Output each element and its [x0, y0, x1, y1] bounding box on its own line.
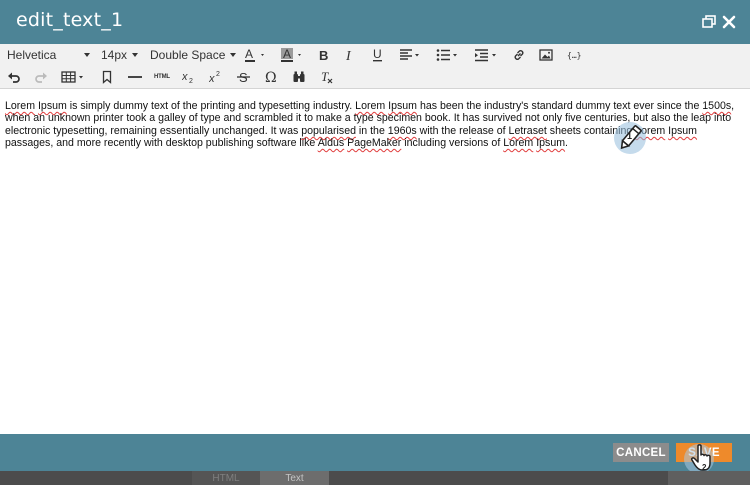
dialog-title: edit_text_1 — [16, 9, 124, 31]
text-run: has been the industry's standard dummy t… — [417, 100, 703, 112]
cancel-button[interactable]: CANCEL — [613, 443, 669, 462]
font-family-dropdown[interactable] — [79, 44, 90, 66]
spellcheck-word: PageMaker — [347, 137, 402, 150]
svg-text:2: 2 — [189, 78, 193, 84]
horizontal-line-icon[interactable] — [127, 66, 143, 88]
background-color-icon[interactable]: A — [281, 44, 305, 66]
svg-text:{…}: {…} — [567, 51, 581, 60]
background-panel — [668, 471, 750, 485]
spellcheck-word: Ipsum — [37, 100, 67, 112]
text-run: is simply dummy text of the printing and… — [66, 100, 356, 112]
svg-text:U: U — [373, 48, 382, 61]
spellcheck-word: Ipsum — [668, 124, 698, 137]
spellcheck-word: Lorem — [355, 100, 386, 112]
redo-icon[interactable] — [34, 66, 48, 88]
step-marker-1: 1 — [614, 122, 646, 154]
tab-text[interactable]: Text — [260, 471, 329, 485]
svg-text:B: B — [319, 48, 328, 62]
spellcheck-word: Ipsum — [536, 137, 566, 150]
restore-window-icon[interactable] — [701, 14, 717, 30]
bookmark-icon[interactable] — [101, 66, 113, 88]
dialog-footer: CANCEL SAVE — [0, 434, 750, 471]
dialog-title-bar: edit_text_1 — [0, 0, 750, 44]
text-run: passages, and more recently with desktop… — [5, 137, 318, 150]
font-family-select[interactable]: Helvetica — [7, 44, 56, 66]
bold-icon[interactable]: B — [318, 44, 330, 66]
spellcheck-word: Aldus — [317, 137, 345, 150]
line-spacing-value: Double Space — [150, 48, 226, 62]
spellcheck-word: 1960s — [387, 124, 417, 137]
spellcheck-word: Lorem — [5, 100, 36, 112]
text-run: in the — [355, 124, 388, 137]
table-icon[interactable] — [61, 66, 87, 88]
spellcheck-word: 1500s — [702, 100, 732, 112]
svg-text:I: I — [345, 49, 352, 62]
image-icon[interactable] — [539, 44, 553, 66]
html-icon-label: HTML — [154, 74, 170, 80]
indent-icon[interactable] — [474, 44, 500, 66]
editor-toolbar: Helvetica 14px Double Space A A B I U {…… — [0, 44, 750, 89]
svg-text:A: A — [245, 47, 253, 61]
svg-text:2: 2 — [216, 71, 220, 78]
close-icon[interactable] — [721, 14, 737, 30]
find-icon[interactable] — [292, 66, 306, 88]
html-icon[interactable]: HTML — [154, 66, 170, 88]
svg-text:A: A — [283, 47, 291, 61]
superscript-icon[interactable]: x 2 — [209, 66, 223, 88]
tab-html[interactable]: HTML — [192, 471, 260, 485]
svg-text:x: x — [209, 73, 215, 84]
strikethrough-icon[interactable]: S — [237, 66, 251, 88]
step-marker-1-number: 1 — [627, 131, 633, 141]
text-color-icon[interactable]: A — [244, 44, 268, 66]
spellcheck-word: Lorem — [503, 137, 534, 150]
text-run: . — [565, 137, 568, 150]
background-tab-strip: HTML Text — [0, 471, 750, 485]
clear-formatting-icon[interactable]: T — [320, 66, 334, 88]
svg-text:T: T — [321, 70, 329, 84]
font-size-select[interactable]: 14px — [101, 44, 139, 66]
spellcheck-word: popularised — [301, 124, 356, 137]
spellcheck-word: Letraset — [508, 124, 547, 137]
align-icon[interactable] — [399, 44, 423, 66]
svg-text:x: x — [182, 71, 188, 83]
text-run: including versions of — [401, 137, 504, 150]
text-run: with the release of — [416, 124, 509, 137]
italic-icon[interactable]: I — [345, 44, 357, 66]
spellcheck-word: Ipsum — [388, 100, 418, 112]
bulleted-list-icon[interactable] — [436, 44, 462, 66]
step-marker-2: 2 — [684, 444, 714, 474]
merge-tag-icon[interactable]: {…} — [567, 44, 581, 66]
line-spacing-select[interactable]: Double Space — [150, 44, 237, 66]
svg-text:Ω: Ω — [265, 70, 277, 84]
subscript-icon[interactable]: x 2 — [182, 66, 196, 88]
font-size-value: 14px — [101, 48, 128, 62]
underline-icon[interactable]: U — [372, 44, 384, 66]
link-icon[interactable] — [512, 44, 526, 66]
special-character-icon[interactable]: Ω — [264, 66, 280, 88]
font-family-value: Helvetica — [7, 48, 57, 62]
undo-icon[interactable] — [7, 66, 21, 88]
